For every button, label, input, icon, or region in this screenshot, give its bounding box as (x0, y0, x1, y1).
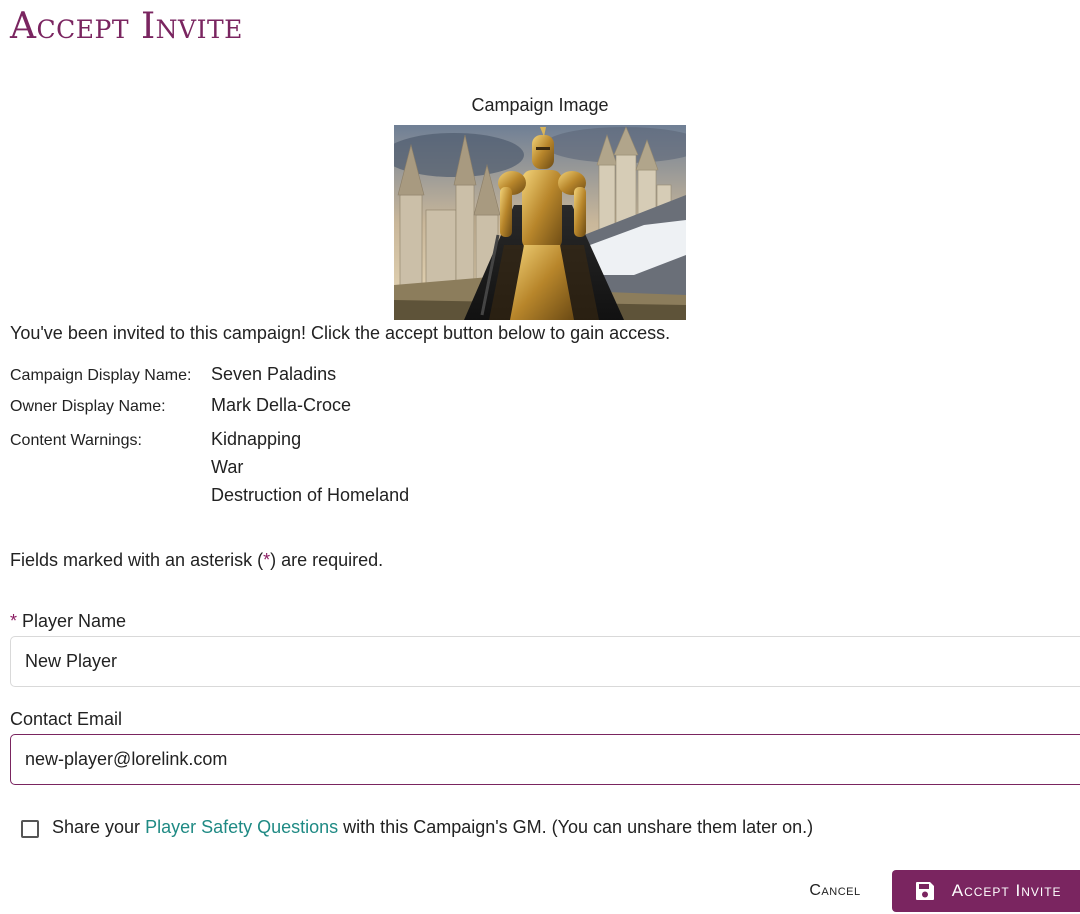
invite-message: You've been invited to this campaign! Cl… (10, 323, 671, 343)
required-fields-note: Fields marked with an asterisk (*) are r… (10, 550, 383, 571)
campaign-image-caption: Campaign Image (471, 95, 609, 115)
content-warning-item: Destruction of Homeland (211, 485, 410, 505)
player-name-label: * Player Name (10, 611, 126, 632)
owner-display-name-label: Owner Display Name: (10, 398, 166, 415)
share-safety-text: Share your Player Safety Questions with … (52, 817, 813, 838)
owner-display-name-value: Mark Della-Croce (211, 395, 352, 415)
player-name-label-text: Player Name (22, 611, 127, 631)
accept-invite-button[interactable]: Accept Invite (892, 870, 1080, 912)
accept-invite-label: Accept Invite (951, 881, 1062, 900)
save-icon (916, 882, 934, 900)
contact-email-label: Contact Email (10, 709, 123, 729)
content-warning-item: Kidnapping (211, 429, 302, 449)
content-warnings-label: Content Warnings: (10, 432, 142, 449)
campaign-display-name-value: Seven Paladins (211, 364, 337, 384)
share-safety-text-start: Share your (52, 817, 146, 837)
required-note-text-end: ) are required. (270, 550, 384, 570)
required-asterisk: * (10, 611, 18, 631)
required-note-text: Fields marked with an asterisk ( (10, 550, 264, 570)
campaign-display-name-label: Campaign Display Name: (10, 367, 192, 384)
player-safety-questions-link[interactable]: Player Safety Questions (145, 817, 338, 837)
page-title: Accept Invite (10, 6, 243, 47)
player-name-input[interactable] (10, 636, 1080, 687)
content-warning-item: War (211, 457, 244, 477)
campaign-image (394, 125, 686, 320)
contact-email-input[interactable] (10, 734, 1080, 785)
cancel-button[interactable]: Cancel (796, 875, 874, 907)
share-safety-checkbox[interactable] (21, 820, 39, 838)
share-safety-text-end: with this Campaign's GM. (You can unshar… (338, 817, 814, 837)
